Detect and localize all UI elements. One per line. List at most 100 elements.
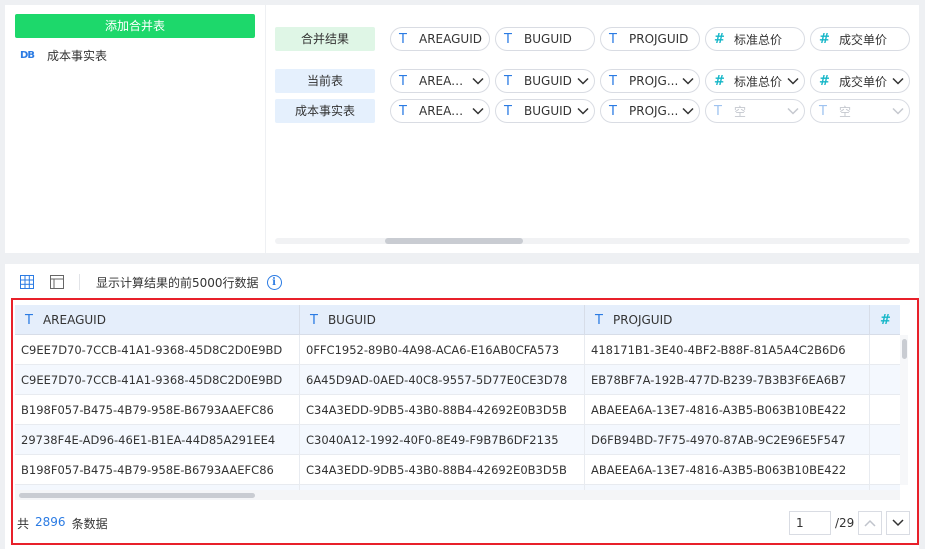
merge-result-field: T PROJGUID — [600, 27, 700, 51]
field-select[interactable]: T BUGUID — [495, 69, 595, 93]
merge-config-panel: 合并结果 T AREAGUID T BUGUID T PROJGUID # 标准总价 # 成交单价当… — [266, 5, 919, 253]
table-row: C9EE7D70-7CCB-41A1-9368-45D8C2D0E9BD 6A45… — [15, 365, 900, 395]
data-table: T AREAGUID T BUGUID T PROJGUID # C9EE7D70-7CCB… — [15, 305, 900, 490]
field-name: 空 — [839, 104, 852, 119]
table-cell: EB78BF7A-192B-477D-B239-7B3B3F6EA6B7 — [585, 365, 870, 395]
table-cell: 0FFC1952-89B0-4A98-ACA6-E16AB0CFA573 — [300, 335, 585, 365]
column-header[interactable]: # — [870, 305, 900, 335]
page-total: /29 — [835, 516, 855, 530]
table-cell: C9EE7D70-7CCB-41A1-9368-45D8C2D0E9BD — [15, 365, 300, 395]
text-type-icon: T — [595, 312, 603, 328]
table-horizontal-scrollbar[interactable] — [15, 490, 900, 500]
layout-view-icon[interactable] — [49, 274, 65, 290]
table-list-panel: 添加合并表 DB 成本事实表 — [5, 5, 265, 253]
text-type-icon: T — [25, 312, 33, 328]
row-count: 共 2896 条数据 — [17, 515, 108, 532]
chevron-down-icon — [574, 107, 592, 115]
column-header-label: PROJGUID — [612, 313, 673, 327]
toolbar-divider — [79, 274, 80, 290]
merge-row-label: 合并结果 — [275, 27, 375, 51]
page-number-input[interactable] — [789, 511, 831, 535]
merge-result-field: T BUGUID — [495, 27, 595, 51]
field-name: 成交单价 — [839, 74, 888, 89]
row-count-value: 2896 — [35, 515, 66, 529]
chevron-down-icon — [679, 107, 697, 115]
table-cell: 6A45D9AD-0AED-40C8-9557-5D77E0CE3D78 — [300, 365, 585, 395]
field-select[interactable]: # 标准总价 — [705, 69, 805, 93]
table-row: 29738F4E-AD96-46E1-B1EA-44D85A291EE4 C304… — [15, 425, 900, 455]
text-type-icon: T — [504, 31, 512, 47]
field-select[interactable]: T PROJG... — [600, 69, 700, 93]
table-cell — [870, 425, 900, 455]
field-name: 标准总价 — [734, 32, 783, 47]
number-type-icon: # — [714, 31, 725, 47]
table-cell: 29738F4E-AD96-46E1-B1EA-44D85A291EE4 — [15, 425, 300, 455]
column-header[interactable]: T PROJGUID — [585, 305, 870, 335]
field-name: 成交单价 — [839, 32, 888, 47]
field-name: PROJGUID — [629, 32, 689, 46]
prev-page-button[interactable] — [858, 511, 882, 535]
field-name: AREAGUID — [419, 32, 482, 46]
chevron-down-icon — [784, 77, 802, 85]
info-icon[interactable]: i — [266, 274, 282, 290]
table-cell: C9EE7D70-7CCB-41A1-9368-45D8C2D0E9BD — [15, 335, 300, 365]
chevron-down-icon — [889, 77, 907, 85]
field-select[interactable]: T AREAG... — [390, 69, 490, 93]
table-cell: C34A3EDD-9DB5-43B0-88B4-42692E0B3D5B — [300, 395, 585, 425]
chevron-down-icon — [469, 77, 487, 85]
text-type-icon: T — [399, 103, 407, 119]
table-cell — [870, 365, 900, 395]
table-cell: 418171B1-3E40-4BF2-B88F-81A5A4C2B6D6 — [585, 335, 870, 365]
chevron-down-icon — [574, 77, 592, 85]
row-count-prefix: 共 — [17, 517, 30, 531]
add-merge-table-button[interactable]: 添加合并表 — [15, 14, 255, 38]
number-type-icon: # — [880, 312, 891, 328]
grid-view-icon[interactable] — [19, 274, 35, 290]
field-select[interactable]: T PROJG... — [600, 99, 700, 123]
text-type-icon: T — [609, 103, 617, 119]
field-select[interactable]: T BUGUID — [495, 99, 595, 123]
column-header[interactable]: T AREAGUID — [15, 305, 300, 335]
table-cell: C3040A12-1992-40F0-8E49-F9B7B6DF2135 — [300, 425, 585, 455]
merge-result-field: # 成交单价 — [810, 27, 910, 51]
row-count-suffix: 条数据 — [71, 517, 108, 531]
table-cell — [870, 395, 900, 425]
field-name: PROJG... — [629, 74, 679, 88]
field-name: BUGUID — [524, 74, 572, 88]
text-type-icon: T — [399, 31, 407, 47]
table-cell — [870, 455, 900, 485]
text-type-icon: T — [310, 312, 318, 328]
field-name: 标准总价 — [734, 74, 783, 89]
field-select[interactable]: T空 — [705, 99, 805, 123]
chevron-down-icon — [679, 77, 697, 85]
text-type-icon: T — [504, 73, 512, 89]
field-select[interactable]: T空 — [810, 99, 910, 123]
table-vertical-scrollbar[interactable] — [900, 335, 908, 485]
field-name: AREAG... — [419, 104, 469, 118]
preview-toolbar: 显示计算结果的前5000行数据 i — [5, 264, 919, 300]
column-header-label: BUGUID — [327, 313, 376, 327]
field-select[interactable]: T AREAG... — [390, 99, 490, 123]
number-type-icon: # — [714, 73, 725, 89]
table-cell: D6FB94BD-7F75-4970-87AB-9C2E96E5F547 — [585, 425, 870, 455]
field-name: AREAG... — [419, 74, 469, 88]
text-type-icon: T — [714, 103, 722, 119]
column-header[interactable]: T BUGUID — [300, 305, 585, 335]
next-page-button[interactable] — [886, 511, 910, 535]
field-name: PROJG... — [629, 104, 679, 118]
number-type-icon: # — [819, 73, 830, 89]
chevron-down-icon — [469, 107, 487, 115]
table-row: C9EE7D70-7CCB-41A1-9368-45D8C2D0E9BD 0FFC… — [15, 335, 900, 365]
table-row: B198F057-B475-4B79-958E-B6793AAEFC86 C34A… — [15, 395, 900, 425]
table-list-item[interactable]: DB 成本事实表 — [19, 46, 107, 64]
table-cell: ABAEEA6A-13E7-4816-A3B5-B063B10BE422 — [585, 395, 870, 425]
column-header-label: AREAGUID — [42, 313, 106, 327]
merge-config-scrollbar[interactable] — [275, 238, 910, 244]
field-select[interactable]: # 成交单价 — [810, 69, 910, 93]
text-type-icon: T — [399, 73, 407, 89]
table-cell — [870, 335, 900, 365]
text-type-icon: T — [609, 31, 617, 47]
preview-limit-note: 显示计算结果的前5000行数据 — [96, 275, 259, 290]
table-cell: B198F057-B475-4B79-958E-B6793AAEFC86 — [15, 455, 300, 485]
merge-result-field: T AREAGUID — [390, 27, 490, 51]
